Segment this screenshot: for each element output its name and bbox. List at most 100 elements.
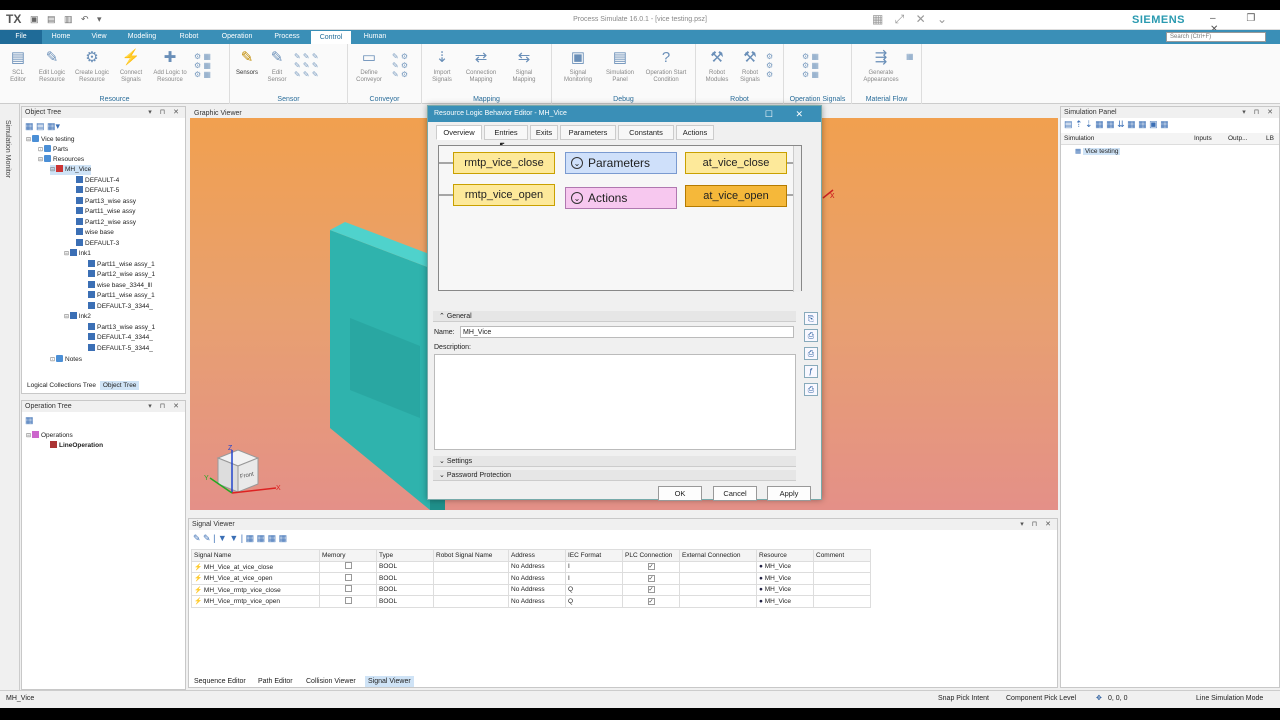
- component-pick-level[interactable]: Component Pick Level: [1006, 695, 1076, 702]
- ok-button[interactable]: OK: [658, 486, 702, 501]
- search-input[interactable]: Search (Ctrl+F): [1166, 32, 1266, 42]
- tab-robot[interactable]: Robot: [170, 30, 208, 44]
- block-parameters[interactable]: ⌄ Parameters: [565, 152, 677, 174]
- col-header[interactable]: External Connection: [679, 549, 757, 562]
- material-flow-tools-icon[interactable]: ▦: [906, 52, 914, 61]
- tab-sequence-editor[interactable]: Sequence Editor: [191, 676, 249, 687]
- block-actions[interactable]: ⌄ Actions: [565, 187, 677, 209]
- memory-checkbox[interactable]: [344, 562, 352, 570]
- tree-node[interactable]: DEFAULT-3_3344_: [88, 302, 153, 312]
- side-tool-2-icon[interactable]: ⎙: [804, 329, 818, 342]
- col-header[interactable]: Signal Name: [191, 549, 320, 562]
- tab-collision-viewer[interactable]: Collision Viewer: [303, 676, 359, 687]
- general-section-header[interactable]: ⌃ General: [433, 311, 796, 322]
- create-logic-resource-button[interactable]: ⚙ Create Logic Resource: [72, 48, 112, 84]
- tree-node[interactable]: wise base_3344_lll: [88, 281, 152, 291]
- cell-memory[interactable]: [319, 572, 377, 585]
- edit-sensor-button[interactable]: ✎ Edit Sensor: [264, 48, 290, 84]
- edit-logic-resource-button[interactable]: ✎ Edit Logic Resource: [34, 48, 70, 84]
- password-section-header[interactable]: ⌄ Password Protection: [433, 470, 796, 481]
- col-header[interactable]: Memory: [319, 549, 377, 562]
- cell-memory[interactable]: [319, 583, 377, 596]
- tree-node[interactable]: DEFAULT-3: [76, 239, 119, 249]
- tree-node-lineoperation[interactable]: LineOperation: [50, 441, 103, 451]
- tab-human[interactable]: Human: [356, 30, 394, 44]
- simulation-mode[interactable]: Line Simulation Mode: [1196, 695, 1263, 702]
- robot-signals-button[interactable]: ⚒ Robot Signals: [734, 48, 766, 84]
- col-header[interactable]: PLC Connection: [622, 549, 680, 562]
- pane-controls-icon[interactable]: ▾ ⊓ ✕: [148, 107, 182, 118]
- tree-node[interactable]: ⊡ Parts: [38, 145, 68, 155]
- canvas-scrollbar[interactable]: [793, 146, 801, 292]
- plc-checkbox[interactable]: ✓: [647, 586, 655, 594]
- pane-controls-icon[interactable]: ▾ ⊓ ✕: [1242, 107, 1276, 118]
- col-header[interactable]: Type: [376, 549, 434, 562]
- sim-toolbar[interactable]: ▤ ⇡ ⇣ ▦ ▦ ⇊ ▦ ▦ ▣ ▦: [1064, 119, 1169, 130]
- dtab-exits[interactable]: Exits: [530, 125, 558, 140]
- side-tool-3-icon[interactable]: ⎙: [804, 347, 818, 360]
- plc-checkbox[interactable]: ✓: [647, 597, 655, 605]
- generate-appearances-button[interactable]: ⇶ Generate Appearances: [856, 48, 906, 84]
- tab-logical-collections[interactable]: Logical Collections Tree: [25, 381, 98, 390]
- tab-object-tree[interactable]: Object Tree: [99, 381, 140, 390]
- cell-plc[interactable]: ✓: [622, 572, 680, 585]
- tab-path-editor[interactable]: Path Editor: [255, 676, 296, 687]
- cell-plc[interactable]: ✓: [622, 560, 680, 573]
- side-tool-4-icon[interactable]: ƒ: [804, 365, 818, 378]
- add-logic-button[interactable]: ✚ Add Logic to Resource: [150, 48, 190, 84]
- dialog-window-controls[interactable]: ☐ ✕: [765, 106, 813, 122]
- conveyor-tools-icon[interactable]: ✎ ⚙ ✎ ⚙ ✎ ⚙: [392, 52, 408, 79]
- logic-block-canvas[interactable]: rmtp_vice_close rmtp_vice_open ⌄ Paramete…: [438, 145, 802, 292]
- table-row[interactable]: ⚡ MH_Vice_at_vice_close BOOL No Address I ✓ ●…: [191, 560, 871, 573]
- memory-checkbox[interactable]: [344, 596, 352, 604]
- side-tool-5-icon[interactable]: ⎙: [804, 383, 818, 396]
- connect-signals-button[interactable]: ⚡ Connect Signals: [114, 48, 148, 84]
- op-tree-toolbar[interactable]: ▦: [25, 415, 34, 425]
- pane-controls-icon[interactable]: ▾ ⊓ ✕: [148, 401, 182, 412]
- quick-access-toolbar[interactable]: ▣ ▤ ▥ ↶ ▾: [30, 14, 105, 25]
- robot-modules-button[interactable]: ⚒ Robot Modules: [700, 48, 734, 84]
- memory-checkbox[interactable]: [344, 585, 352, 593]
- dtab-parameters[interactable]: Parameters: [560, 125, 616, 140]
- tree-toolbar[interactable]: ▦ ▤ ▦▾: [25, 121, 60, 131]
- tree-node[interactable]: Part12_wise assy: [76, 218, 136, 228]
- tab-operation[interactable]: Operation: [214, 30, 260, 44]
- cancel-button[interactable]: Cancel: [713, 486, 757, 501]
- scl-editor-button[interactable]: ▤ SCL Editor: [4, 48, 32, 84]
- tree-node[interactable]: ⊟ lnk1: [64, 249, 91, 259]
- block-at-vice-open[interactable]: at_vice_open: [685, 185, 787, 207]
- col-header[interactable]: Resource: [756, 549, 814, 562]
- col-header[interactable]: Comment: [813, 549, 871, 562]
- table-row[interactable]: ⚡ MH_Vice_at_vice_open BOOL No Address I ✓ ● …: [191, 572, 871, 585]
- col-header[interactable]: IEC Format: [565, 549, 623, 562]
- sim-row[interactable]: ▦ Vice testing: [1075, 147, 1121, 155]
- apply-button[interactable]: Apply: [767, 486, 811, 501]
- table-row[interactable]: ⚡ MH_Vice_rmtp_vice_close BOOL No Address Q…: [191, 583, 871, 596]
- tree-node[interactable]: DEFAULT-5: [76, 186, 119, 196]
- tree-node[interactable]: ⊟ Resources: [38, 155, 84, 165]
- block-rmtp-vice-open[interactable]: rmtp_vice_open: [453, 184, 555, 206]
- sensor-tools-icon[interactable]: ✎ ✎ ✎ ✎ ✎ ✎ ✎ ✎ ✎: [294, 52, 319, 79]
- cell-plc[interactable]: ✓: [622, 595, 680, 608]
- name-field[interactable]: MH_Vice: [460, 326, 794, 338]
- col-header[interactable]: Robot Signal Name: [433, 549, 509, 562]
- description-field[interactable]: [434, 354, 796, 450]
- cell-memory[interactable]: [319, 560, 377, 573]
- operation-start-condition-button[interactable]: ? Operation Start Condition: [640, 48, 692, 84]
- settings-section-header[interactable]: ⌄ Settings: [433, 456, 796, 467]
- dtab-overview[interactable]: Overview: [436, 125, 482, 140]
- tree-node[interactable]: Part13_wise assy_1: [88, 323, 155, 333]
- block-rmtp-vice-close[interactable]: rmtp_vice_close: [453, 152, 555, 174]
- connection-mapping-button[interactable]: ⇄ Connection Mapping: [460, 48, 502, 84]
- import-signals-button[interactable]: ⇣ Import Signals: [426, 48, 458, 84]
- small-tools-icon[interactable]: ⚙ ▦ ⚙ ▦ ⚙ ▦: [194, 52, 211, 79]
- define-conveyor-button[interactable]: ▭ Define Conveyor: [352, 48, 386, 84]
- tree-node[interactable]: DEFAULT-4_3344_: [88, 333, 153, 343]
- tree-node-selected[interactable]: ⊟ MH_Vice: [50, 165, 92, 175]
- expand-icon[interactable]: ⌄: [571, 192, 583, 204]
- tab-process[interactable]: Process: [266, 30, 308, 44]
- view-icons[interactable]: ▦ ⤢ ✕ ⌄: [872, 12, 951, 27]
- tab-file[interactable]: File: [0, 30, 42, 44]
- tab-view[interactable]: View: [82, 30, 116, 44]
- side-tool-1-icon[interactable]: ⎘: [804, 312, 818, 325]
